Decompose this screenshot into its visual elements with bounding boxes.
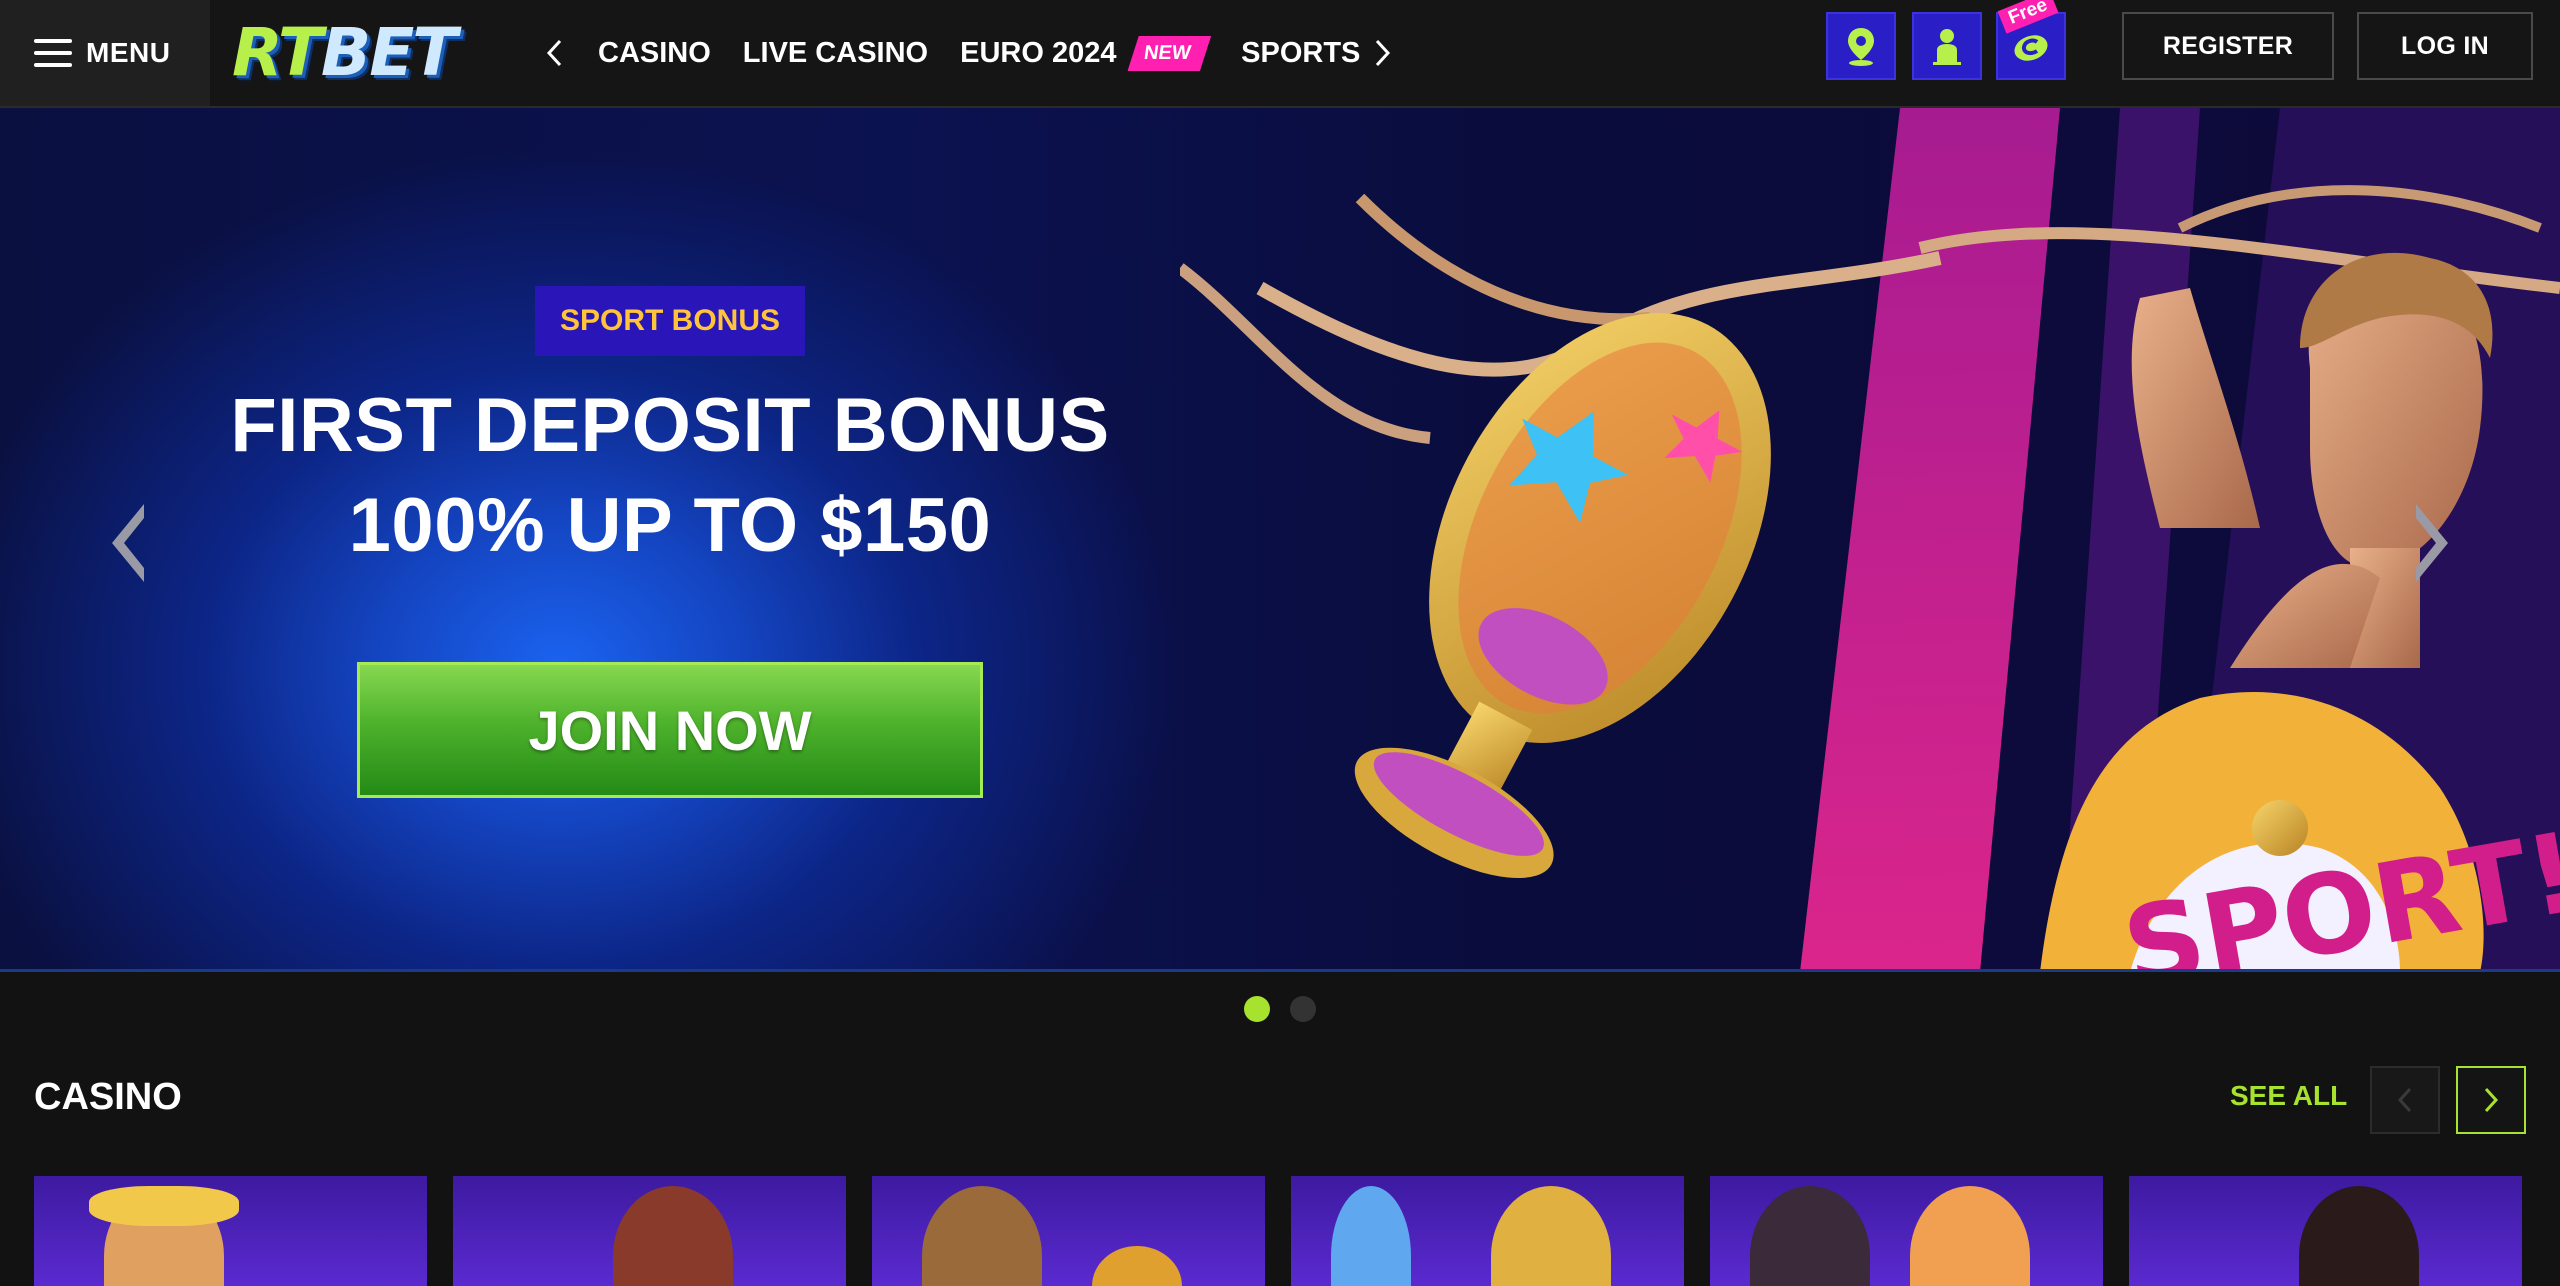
login-button[interactable]: LOG IN [2357, 12, 2533, 80]
nav-sports[interactable]: SPORTS [1241, 37, 1360, 70]
join-now-button[interactable]: JOIN NOW [357, 662, 983, 798]
hero-banner: SPORT! SPORT BONUS FIRST DEPOSIT BONUS 1… [0, 108, 2560, 972]
main-nav: CASINO LIVE CASINO EURO 2024 NEW SPORTS [598, 0, 1392, 106]
hero-next-arrow-icon[interactable] [2402, 493, 2462, 593]
game-card[interactable] [872, 1176, 1265, 1286]
register-button[interactable]: REGISTER [2122, 12, 2334, 80]
hero-headline: FIRST DEPOSIT BONUS 100% UP TO $150 [140, 376, 1200, 576]
menu-button[interactable]: MENU [0, 0, 210, 106]
see-all-link[interactable]: SEE ALL [2230, 1080, 2347, 1112]
logo-part-2: BET [320, 13, 457, 91]
game-card[interactable] [2129, 1176, 2522, 1286]
carousel-prev-icon[interactable] [2370, 1066, 2440, 1134]
nav-euro-2024[interactable]: EURO 2024 NEW [960, 36, 1209, 71]
slide-dot-2[interactable] [1290, 996, 1316, 1022]
top-header: MENU RTBET CASINO LIVE CASINO EURO 2024 … [0, 0, 2560, 108]
nav-live-casino[interactable]: LIVE CASINO [743, 37, 928, 70]
hero-divider [0, 969, 2560, 972]
game-card[interactable] [34, 1176, 427, 1286]
logo-part-1: RT [232, 13, 323, 91]
nav-scroll-left-icon[interactable] [535, 30, 575, 76]
sport-bonus-badge: SPORT BONUS [535, 286, 805, 356]
rtbet-logo[interactable]: RTBET [232, 8, 482, 96]
game-card[interactable] [1710, 1176, 2103, 1286]
slide-dot-1[interactable] [1244, 996, 1270, 1022]
nav-casino[interactable]: CASINO [598, 37, 711, 70]
user-support-icon[interactable] [1912, 12, 1982, 80]
casino-games-row [34, 1176, 2548, 1286]
new-badge: NEW [1128, 36, 1212, 71]
free-coin-icon[interactable]: Free [1996, 0, 2066, 80]
headline-line-1: FIRST DEPOSIT BONUS [230, 383, 1110, 468]
carousel-next-icon[interactable] [2456, 1066, 2526, 1134]
location-pin-icon[interactable] [1826, 12, 1896, 80]
hero-trophy-illustration: SPORT! [1180, 108, 2560, 972]
headline-line-2: 100% UP TO $150 [348, 483, 992, 568]
game-card[interactable] [1291, 1176, 1684, 1286]
game-card[interactable] [453, 1176, 846, 1286]
menu-label: MENU [86, 37, 171, 68]
hamburger-icon [34, 38, 72, 68]
slider-dots [1244, 996, 1336, 1022]
casino-section-title: CASINO [34, 1076, 182, 1118]
hero-prev-arrow-icon[interactable] [98, 493, 158, 593]
nav-scroll-right-icon[interactable] [1362, 30, 1402, 76]
